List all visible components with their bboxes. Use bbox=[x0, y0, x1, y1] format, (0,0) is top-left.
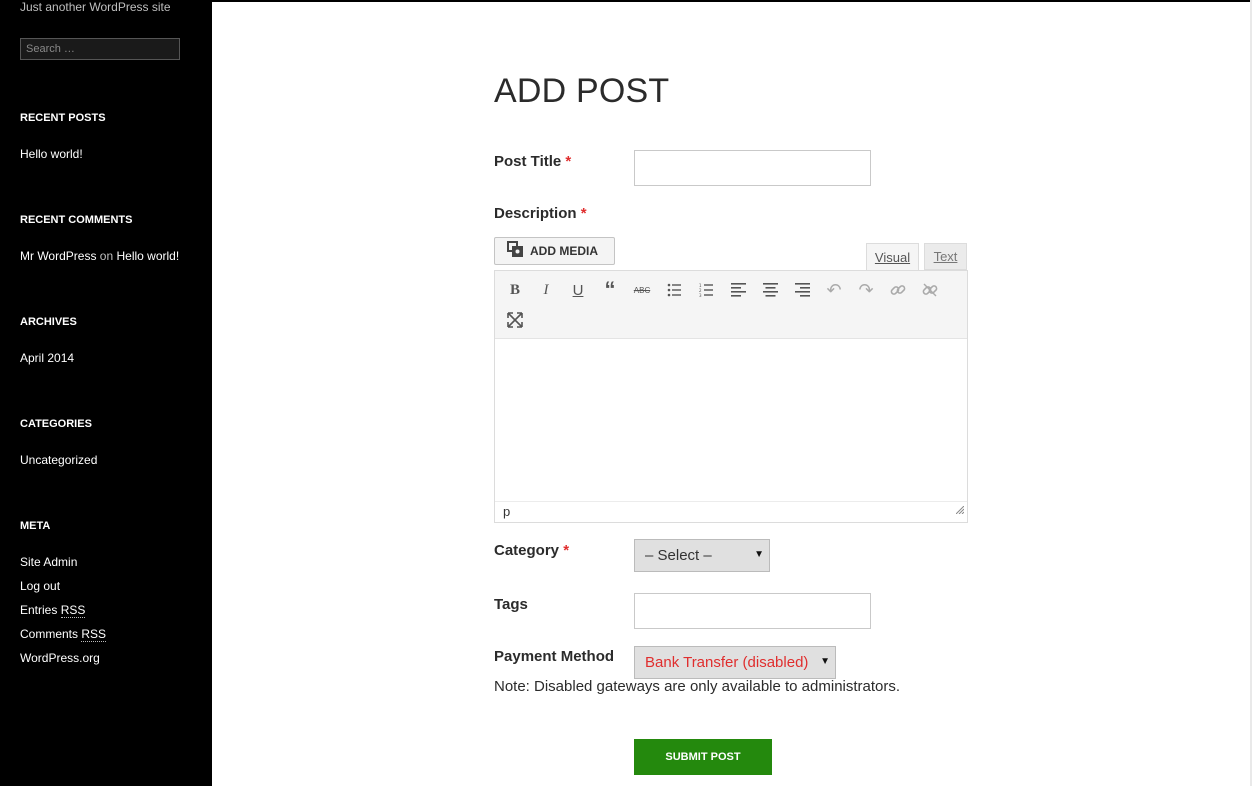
dropdown-arrow-icon: ▼ bbox=[754, 549, 764, 560]
sidebar: Just another WordPress site RECENT POSTS… bbox=[0, 0, 212, 786]
post-title-label-text: Post Title bbox=[494, 153, 562, 170]
archive-link[interactable]: April 2014 bbox=[20, 351, 74, 365]
editor-status-bar: p bbox=[495, 501, 967, 522]
media-icon bbox=[507, 241, 524, 261]
tab-text[interactable]: Text bbox=[924, 243, 967, 270]
italic-icon[interactable]: I bbox=[535, 279, 557, 301]
description-label: Description * bbox=[494, 205, 587, 222]
undo-icon[interactable]: ↶ bbox=[823, 279, 845, 301]
add-media-label: ADD MEDIA bbox=[530, 244, 598, 258]
category-select[interactable]: – Select – ▼ bbox=[634, 539, 770, 572]
link-icon[interactable] bbox=[887, 279, 909, 301]
top-border bbox=[212, 0, 1252, 2]
payment-method-select[interactable]: Bank Transfer (disabled) ▼ bbox=[634, 646, 836, 679]
fullscreen-icon[interactable] bbox=[504, 309, 526, 331]
description-label-text: Description bbox=[494, 205, 577, 222]
payment-method-label: Payment Method bbox=[494, 648, 615, 665]
required-mark: * bbox=[565, 153, 572, 170]
description-editor[interactable]: B I U “ ABC 123 ↶ ↷ p bbox=[494, 270, 968, 523]
numbered-list-icon[interactable]: 123 bbox=[695, 279, 717, 301]
editor-toolbar: B I U “ ABC 123 ↶ ↷ bbox=[495, 271, 967, 339]
post-title-input[interactable] bbox=[634, 150, 871, 186]
page-title: ADD POST bbox=[494, 72, 670, 110]
required-mark: * bbox=[580, 205, 587, 222]
comments-text: Comments bbox=[20, 627, 79, 641]
category-label-text: Category bbox=[494, 542, 560, 559]
category-label: Category * bbox=[494, 542, 569, 559]
align-right-icon[interactable] bbox=[791, 279, 813, 301]
tags-input[interactable] bbox=[634, 593, 871, 629]
bold-icon[interactable]: B bbox=[504, 279, 526, 301]
add-media-button[interactable]: ADD MEDIA bbox=[494, 237, 615, 265]
entries-text: Entries bbox=[20, 603, 58, 617]
underline-icon[interactable]: U bbox=[567, 279, 589, 301]
comment-author-link[interactable]: Mr WordPress bbox=[20, 249, 96, 263]
payment-method-value: Bank Transfer (disabled) bbox=[645, 654, 809, 671]
editor-path: p bbox=[503, 504, 511, 519]
unlink-icon[interactable] bbox=[919, 279, 941, 301]
comment-post-link[interactable]: Hello world! bbox=[117, 249, 180, 263]
rss-abbr: RSS bbox=[81, 627, 107, 642]
meta-title: META bbox=[20, 520, 51, 532]
recent-comments-title: RECENT COMMENTS bbox=[20, 214, 133, 226]
categories-title: CATEGORIES bbox=[20, 418, 92, 430]
align-center-icon[interactable] bbox=[759, 279, 781, 301]
rss-abbr: RSS bbox=[60, 603, 86, 618]
archives-title: ARCHIVES bbox=[20, 316, 77, 328]
blockquote-icon[interactable]: “ bbox=[599, 277, 621, 302]
tags-label: Tags bbox=[494, 596, 528, 613]
search-input[interactable] bbox=[20, 38, 180, 60]
resize-handle-icon[interactable] bbox=[955, 501, 965, 519]
svg-text:3: 3 bbox=[699, 293, 702, 297]
wordpress-org-link[interactable]: WordPress.org bbox=[20, 651, 100, 665]
comments-rss-link[interactable]: Comments RSS bbox=[20, 627, 107, 642]
submit-post-button[interactable]: SUBMIT POST bbox=[634, 739, 772, 775]
redo-icon[interactable]: ↷ bbox=[855, 279, 877, 301]
category-select-value: – Select – bbox=[645, 547, 712, 564]
category-link[interactable]: Uncategorized bbox=[20, 453, 97, 467]
payment-note: Note: Disabled gateways are only availab… bbox=[494, 678, 901, 695]
site-description: Just another WordPress site bbox=[20, 0, 171, 14]
recent-post-link[interactable]: Hello world! bbox=[20, 147, 83, 161]
dropdown-arrow-icon: ▼ bbox=[820, 656, 830, 667]
log-out-link[interactable]: Log out bbox=[20, 579, 60, 593]
post-title-label: Post Title * bbox=[494, 153, 571, 170]
recent-posts-title: RECENT POSTS bbox=[20, 112, 106, 124]
required-mark: * bbox=[563, 542, 570, 559]
entries-rss-link[interactable]: Entries RSS bbox=[20, 603, 86, 618]
site-admin-link[interactable]: Site Admin bbox=[20, 555, 77, 569]
recent-comment-item: Mr WordPress on Hello world! bbox=[20, 249, 179, 263]
align-left-icon[interactable] bbox=[727, 279, 749, 301]
strikethrough-icon[interactable]: ABC bbox=[631, 279, 653, 301]
tab-visual[interactable]: Visual bbox=[866, 243, 919, 270]
bullet-list-icon[interactable] bbox=[663, 279, 685, 301]
comment-on-text: on bbox=[99, 249, 114, 263]
